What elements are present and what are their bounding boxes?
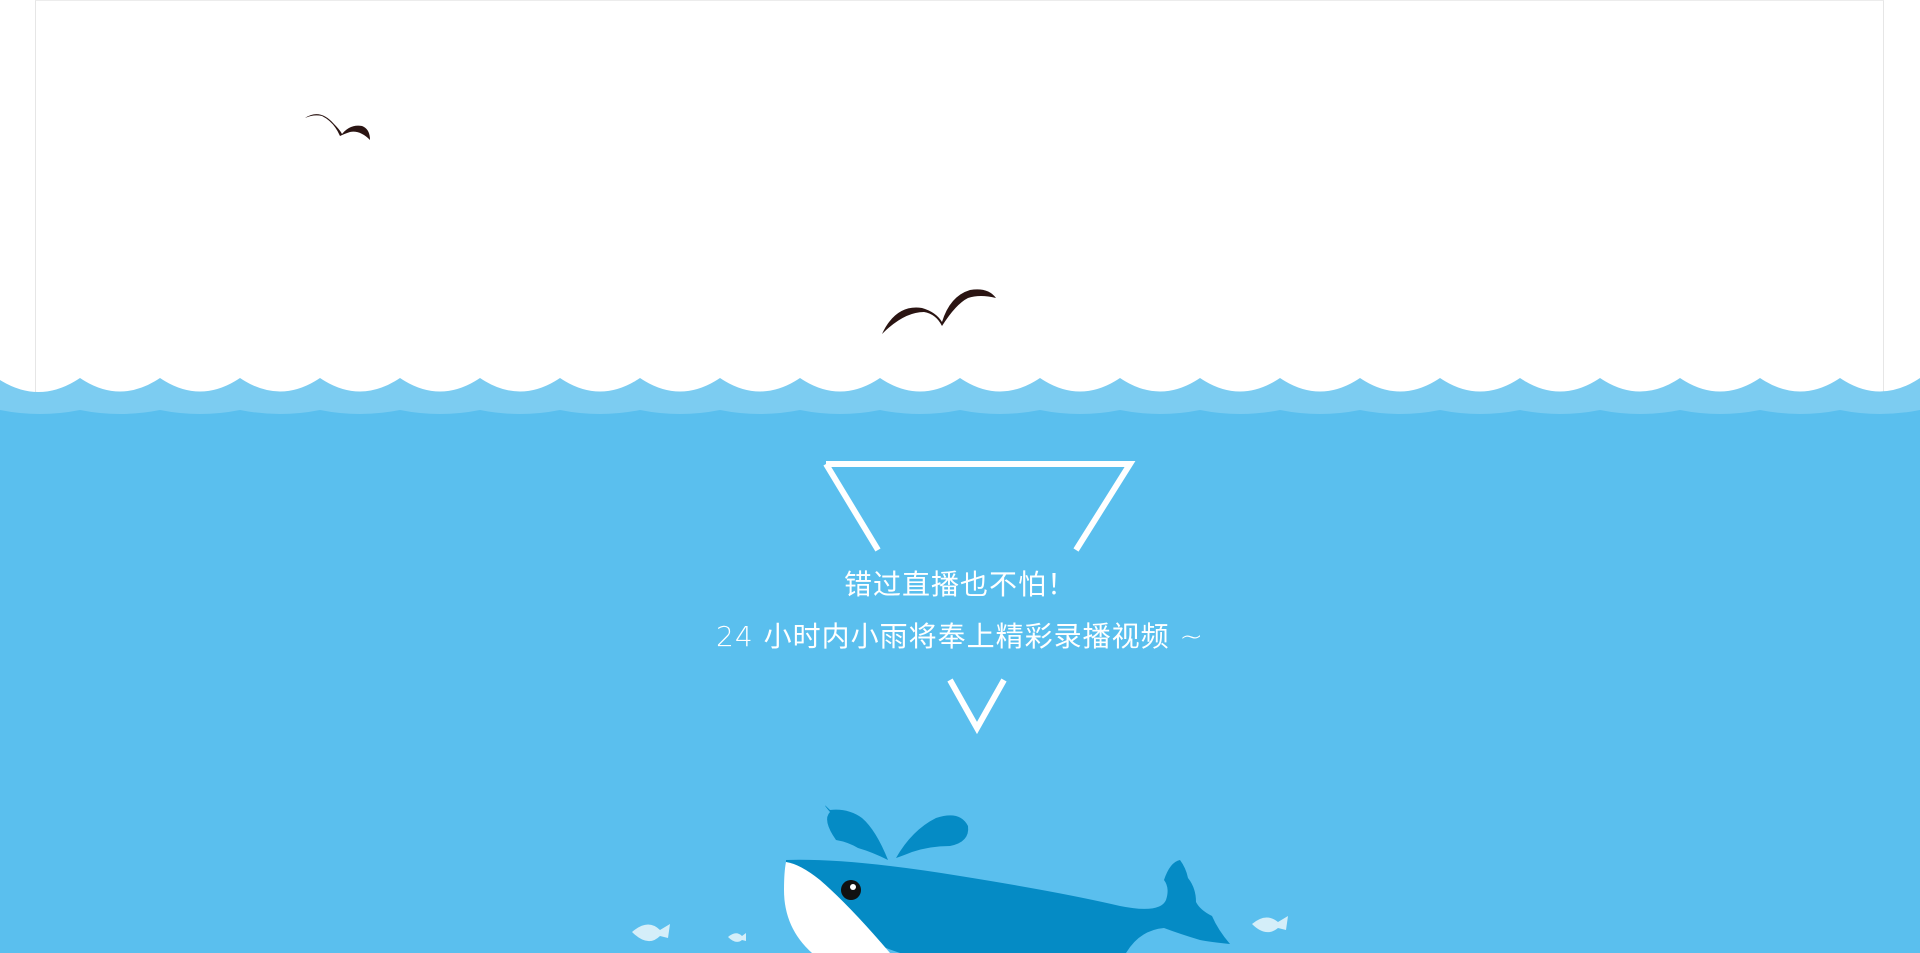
water-spout bbox=[825, 805, 969, 860]
fish-icon bbox=[1252, 916, 1288, 933]
whale-layer bbox=[632, 805, 1288, 953]
whale-icon bbox=[784, 859, 1230, 953]
fish-icon bbox=[632, 924, 670, 942]
fish-icon bbox=[728, 933, 746, 942]
placeholder-page: 错过直播也不怕！ 24 小时内小雨将奉上精彩录播视频 ~ bbox=[0, 0, 1920, 953]
whale-eye bbox=[841, 880, 861, 900]
